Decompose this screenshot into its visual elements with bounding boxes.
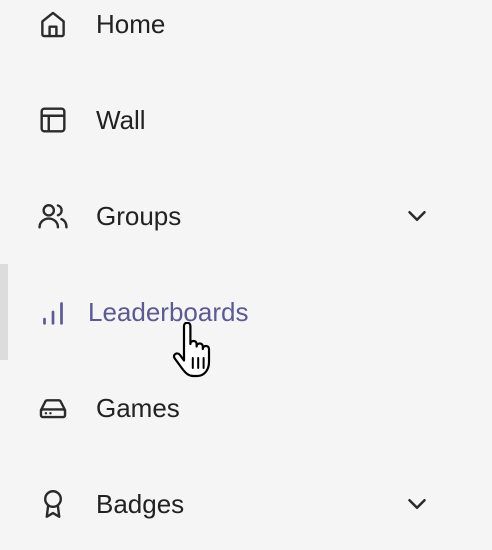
sidebar-item-label: Games [96,393,180,423]
sidebar-item-label: Leaderboards [88,297,249,327]
sidebar-item-label: Home [96,9,166,39]
sidebar-item-label: Groups [96,201,182,231]
sidebar-item-games[interactable]: Games [0,376,492,440]
sidebar-item-badges[interactable]: Badges [0,472,492,536]
layout-icon [36,103,70,137]
sidebar-item-label: Wall [96,105,146,135]
sidebar-item-leaderboards[interactable]: Leaderboards [0,280,492,344]
award-icon [36,487,70,521]
drive-icon [36,391,70,425]
bar-chart-icon [36,295,70,329]
sidebar-nav: Home Wall Groups Leaderboards Games Badg… [0,0,492,550]
sidebar-item-wall[interactable]: Wall [0,88,492,152]
home-icon [36,7,70,41]
sidebar-item-label: Badges [96,489,185,519]
chevron-down-icon[interactable] [402,489,432,519]
sidebar-item-home[interactable]: Home [0,0,492,56]
chevron-down-icon[interactable] [402,201,432,231]
users-icon [36,199,70,233]
sidebar-item-groups[interactable]: Groups [0,184,492,248]
